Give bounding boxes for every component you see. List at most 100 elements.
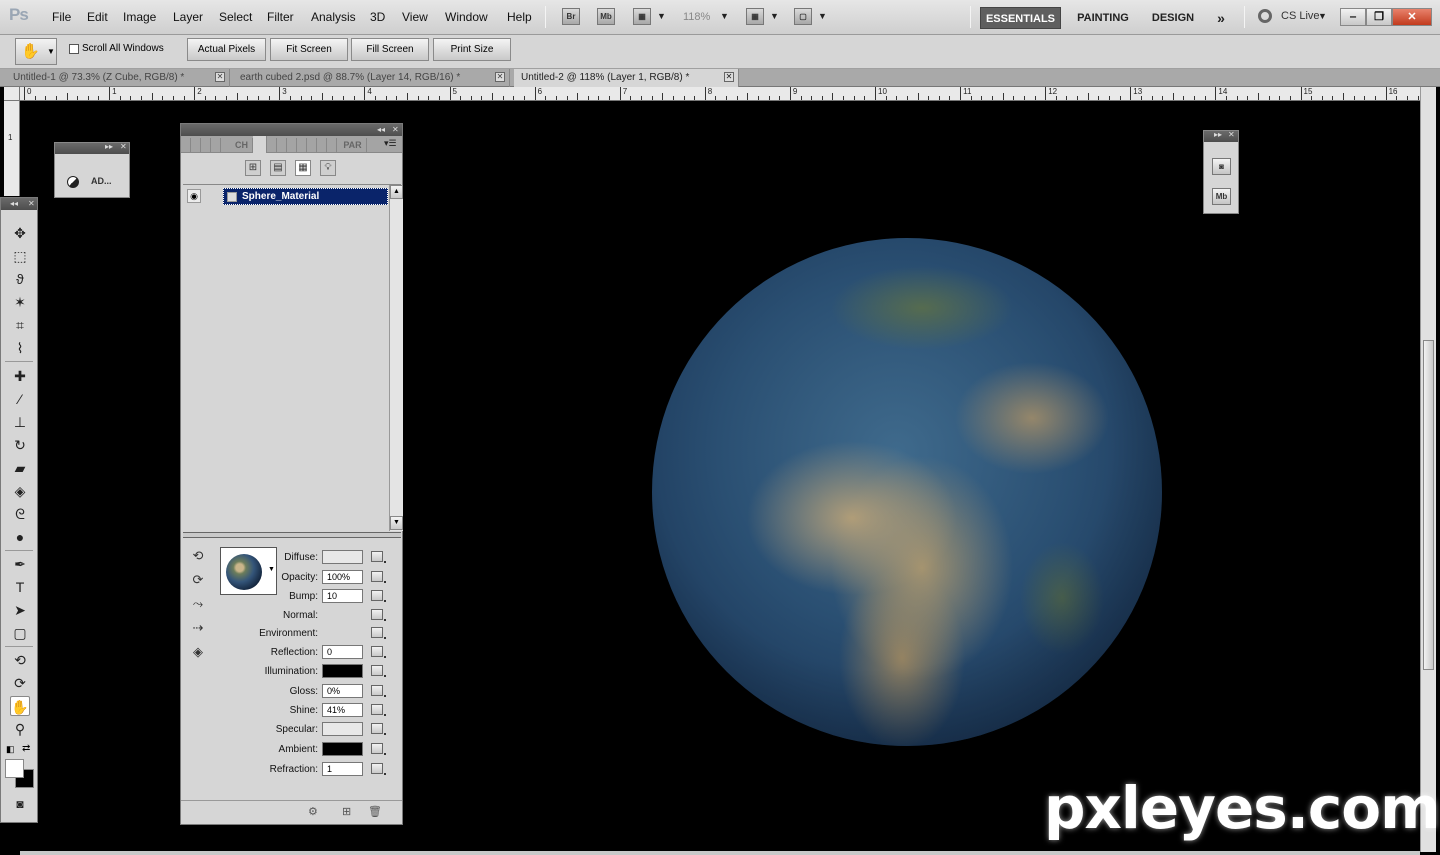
eye-icon[interactable]: ◉ [187, 189, 201, 203]
adjustments-label[interactable]: AD... [91, 176, 112, 186]
tab-paragraph[interactable]: PAR [339, 138, 367, 153]
tab-collapsed[interactable] [317, 138, 327, 153]
shape-tool-icon[interactable]: ▢ [10, 623, 30, 643]
doc-tab-earth-cubed[interactable]: earth cubed 2.psd @ 88.7% (Layer 14, RGB… [233, 69, 510, 87]
eyedropper-tool-icon[interactable]: ⌇ [10, 338, 30, 358]
chevron-down-icon[interactable]: ▼ [770, 11, 779, 21]
collapse-icon[interactable]: ▸▸ [105, 142, 113, 151]
new-light-icon[interactable]: ⊞ [342, 805, 351, 818]
tab-channels[interactable]: CH [231, 138, 253, 153]
roll-material-icon[interactable]: ⟳ [188, 572, 208, 590]
zoom-tool-icon[interactable]: ⚲ [10, 719, 30, 739]
panel-header[interactable]: ◂◂ ✕ [181, 124, 402, 136]
collapse-icon[interactable]: ▸▸ [1214, 130, 1222, 139]
horizontal-scrollbar[interactable] [20, 851, 1420, 855]
magic-wand-tool-icon[interactable]: ✶ [10, 292, 30, 312]
close-icon[interactable]: ✕ [28, 198, 35, 209]
cs-live-button[interactable]: CS Live [1281, 10, 1320, 22]
menu-help[interactable]: Help [507, 10, 532, 24]
property-color-swatch[interactable] [322, 664, 363, 678]
tab-collapsed[interactable] [267, 138, 277, 153]
close-icon[interactable]: ✕ [495, 72, 505, 82]
ruler-origin[interactable] [4, 87, 20, 101]
collapse-icon[interactable]: ◂◂ [377, 124, 385, 135]
texture-folder-icon[interactable] [371, 646, 386, 658]
print-size-button[interactable]: Print Size [433, 38, 511, 61]
type-tool-icon[interactable]: T [10, 577, 30, 597]
restore-button[interactable]: ❐ [1366, 8, 1392, 26]
close-icon[interactable]: ✕ [724, 72, 734, 82]
lasso-tool-icon[interactable]: ϑ [10, 269, 30, 289]
pen-tool-icon[interactable]: ✒ [10, 554, 30, 574]
texture-folder-icon[interactable] [371, 704, 386, 716]
filter-materials-icon[interactable]: ▦ [295, 160, 311, 176]
hand-tool-icon[interactable]: ✋ [10, 696, 30, 716]
panel-splitter[interactable] [183, 532, 401, 538]
path-selection-tool-icon[interactable]: ➤ [10, 600, 30, 620]
doc-tab-untitled-1[interactable]: Untitled-1 @ 73.3% (Z Cube, RGB/8) * ✕ [6, 69, 230, 87]
texture-folder-icon[interactable] [371, 763, 386, 775]
menu-image[interactable]: Image [123, 10, 156, 24]
doc-tab-untitled-2[interactable]: Untitled-2 @ 118% (Layer 1, RGB/8) * ✕ [514, 69, 739, 87]
menu-filter[interactable]: Filter [267, 10, 294, 24]
fit-screen-button[interactable]: Fit Screen [270, 38, 348, 61]
collapse-icon[interactable]: ◂◂ [10, 198, 18, 209]
filter-whole-scene-icon[interactable]: ⊞ [245, 160, 261, 176]
texture-folder-icon[interactable] [371, 685, 386, 697]
scrollbar-thumb[interactable] [1423, 340, 1434, 670]
close-icon[interactable]: ✕ [1228, 130, 1235, 139]
tool-preset-picker[interactable]: ✋ ▼ [15, 38, 57, 65]
marquee-tool-icon[interactable]: ⬚ [10, 246, 30, 266]
workspace-painting[interactable]: PAINTING [1068, 7, 1138, 29]
foreground-color-swatch[interactable] [5, 759, 24, 778]
scroll-up-arrow[interactable]: ▲ [390, 185, 403, 199]
tab-collapsed[interactable] [201, 138, 211, 153]
minimize-button[interactable]: ‒ [1340, 8, 1366, 26]
tab-collapsed[interactable] [191, 138, 201, 153]
menu-layer[interactable]: Layer [173, 10, 203, 24]
mini-bridge-panel-button[interactable]: Mb [1212, 188, 1231, 205]
texture-folder-icon[interactable] [371, 743, 386, 755]
panel-header[interactable]: ▸▸ ✕ [1204, 130, 1238, 142]
close-button[interactable]: ✕ [1392, 8, 1432, 26]
zoom-level[interactable]: 118% [683, 11, 710, 23]
paint-bucket-tool-icon[interactable]: ◈ [10, 481, 30, 501]
3d-orbit-tool-icon[interactable]: ⟳ [10, 673, 30, 693]
property-input[interactable]: 1 [322, 762, 363, 776]
drag-material-icon[interactable]: ⤳ [188, 596, 208, 614]
menu-edit[interactable]: Edit [87, 10, 108, 24]
material-drop-tool-icon[interactable]: ◈ [188, 644, 208, 662]
camera-raw-icon[interactable]: ◙ [1212, 158, 1231, 175]
healing-brush-tool-icon[interactable]: ✚ [10, 366, 30, 386]
property-input[interactable]: 0% [322, 684, 363, 698]
property-color-swatch[interactable] [322, 550, 363, 564]
property-color-swatch[interactable] [322, 742, 363, 756]
texture-folder-icon[interactable] [371, 571, 386, 583]
filter-lights-icon[interactable]: 💡︎ [320, 160, 336, 176]
menu-file[interactable]: File [52, 10, 71, 24]
workspace-design[interactable]: DESIGN [1145, 7, 1201, 29]
list-item[interactable]: ◉ Sphere_Material [183, 187, 388, 205]
slide-material-icon[interactable]: ⇢ [188, 620, 208, 638]
panel-header[interactable]: ▸▸ ✕ [55, 142, 129, 154]
texture-folder-icon[interactable] [371, 590, 386, 602]
texture-folder-icon[interactable] [371, 551, 386, 563]
trash-icon[interactable]: 🗑︎ [368, 805, 382, 818]
blur-tool-icon[interactable]: ᘓ [10, 504, 30, 524]
scroll-all-windows-checkbox[interactable] [69, 44, 79, 54]
crop-tool-icon[interactable]: ⌗ [10, 315, 30, 335]
filter-meshes-icon[interactable]: ▤ [270, 160, 286, 176]
close-icon[interactable]: ✕ [392, 124, 399, 135]
3d-rotate-tool-icon[interactable]: ⟲ [10, 650, 30, 670]
texture-folder-icon[interactable] [371, 609, 386, 621]
tab-collapsed[interactable] [277, 138, 287, 153]
property-input[interactable]: 41% [322, 703, 363, 717]
texture-folder-icon[interactable] [371, 665, 386, 677]
fill-screen-button[interactable]: Fill Screen [351, 38, 429, 61]
quick-mask-icon[interactable]: ◙ [10, 794, 30, 814]
rotate-material-icon[interactable]: ⟲ [188, 548, 208, 566]
material-list-scrollbar[interactable]: ▲ ▼ [389, 185, 403, 531]
chevron-down-icon[interactable]: ▼ [720, 11, 729, 21]
render-settings-icon[interactable]: ⚙︎ [308, 805, 318, 818]
tab-collapsed[interactable] [287, 138, 297, 153]
